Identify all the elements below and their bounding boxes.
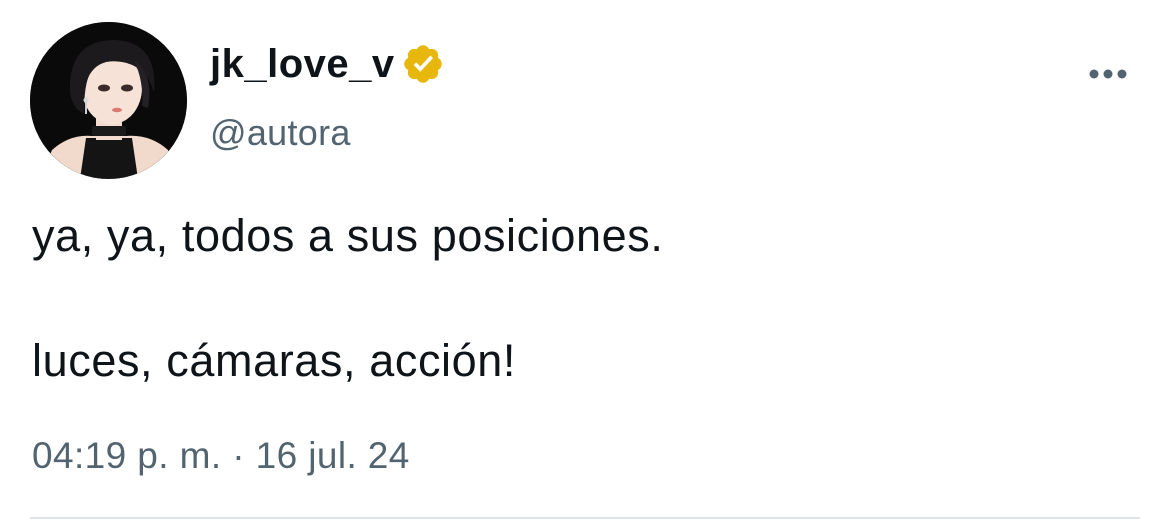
author-handle[interactable]: @autora	[210, 112, 445, 154]
tweet-card: jk_love_v @autora ya, ya, todos a sus po…	[0, 0, 1170, 527]
divider	[30, 517, 1140, 519]
author-info: jk_love_v @autora	[210, 38, 445, 154]
more-horizontal-icon	[1089, 69, 1127, 79]
verified-badge-icon	[401, 42, 445, 86]
avatar-illustration-icon	[30, 22, 187, 179]
tweet-text-line-2: luces, cámaras, acción!	[32, 335, 516, 386]
more-options-button[interactable]	[1080, 56, 1136, 92]
tweet-text-line-1: ya, ya, todos a sus posiciones.	[32, 210, 664, 261]
author-display-name[interactable]: jk_love_v	[210, 42, 395, 87]
tweet-timestamp[interactable]: 04:19 p. m. · 16 jul. 24	[32, 435, 410, 477]
name-row: jk_love_v	[210, 38, 445, 90]
author-avatar[interactable]	[30, 22, 187, 179]
